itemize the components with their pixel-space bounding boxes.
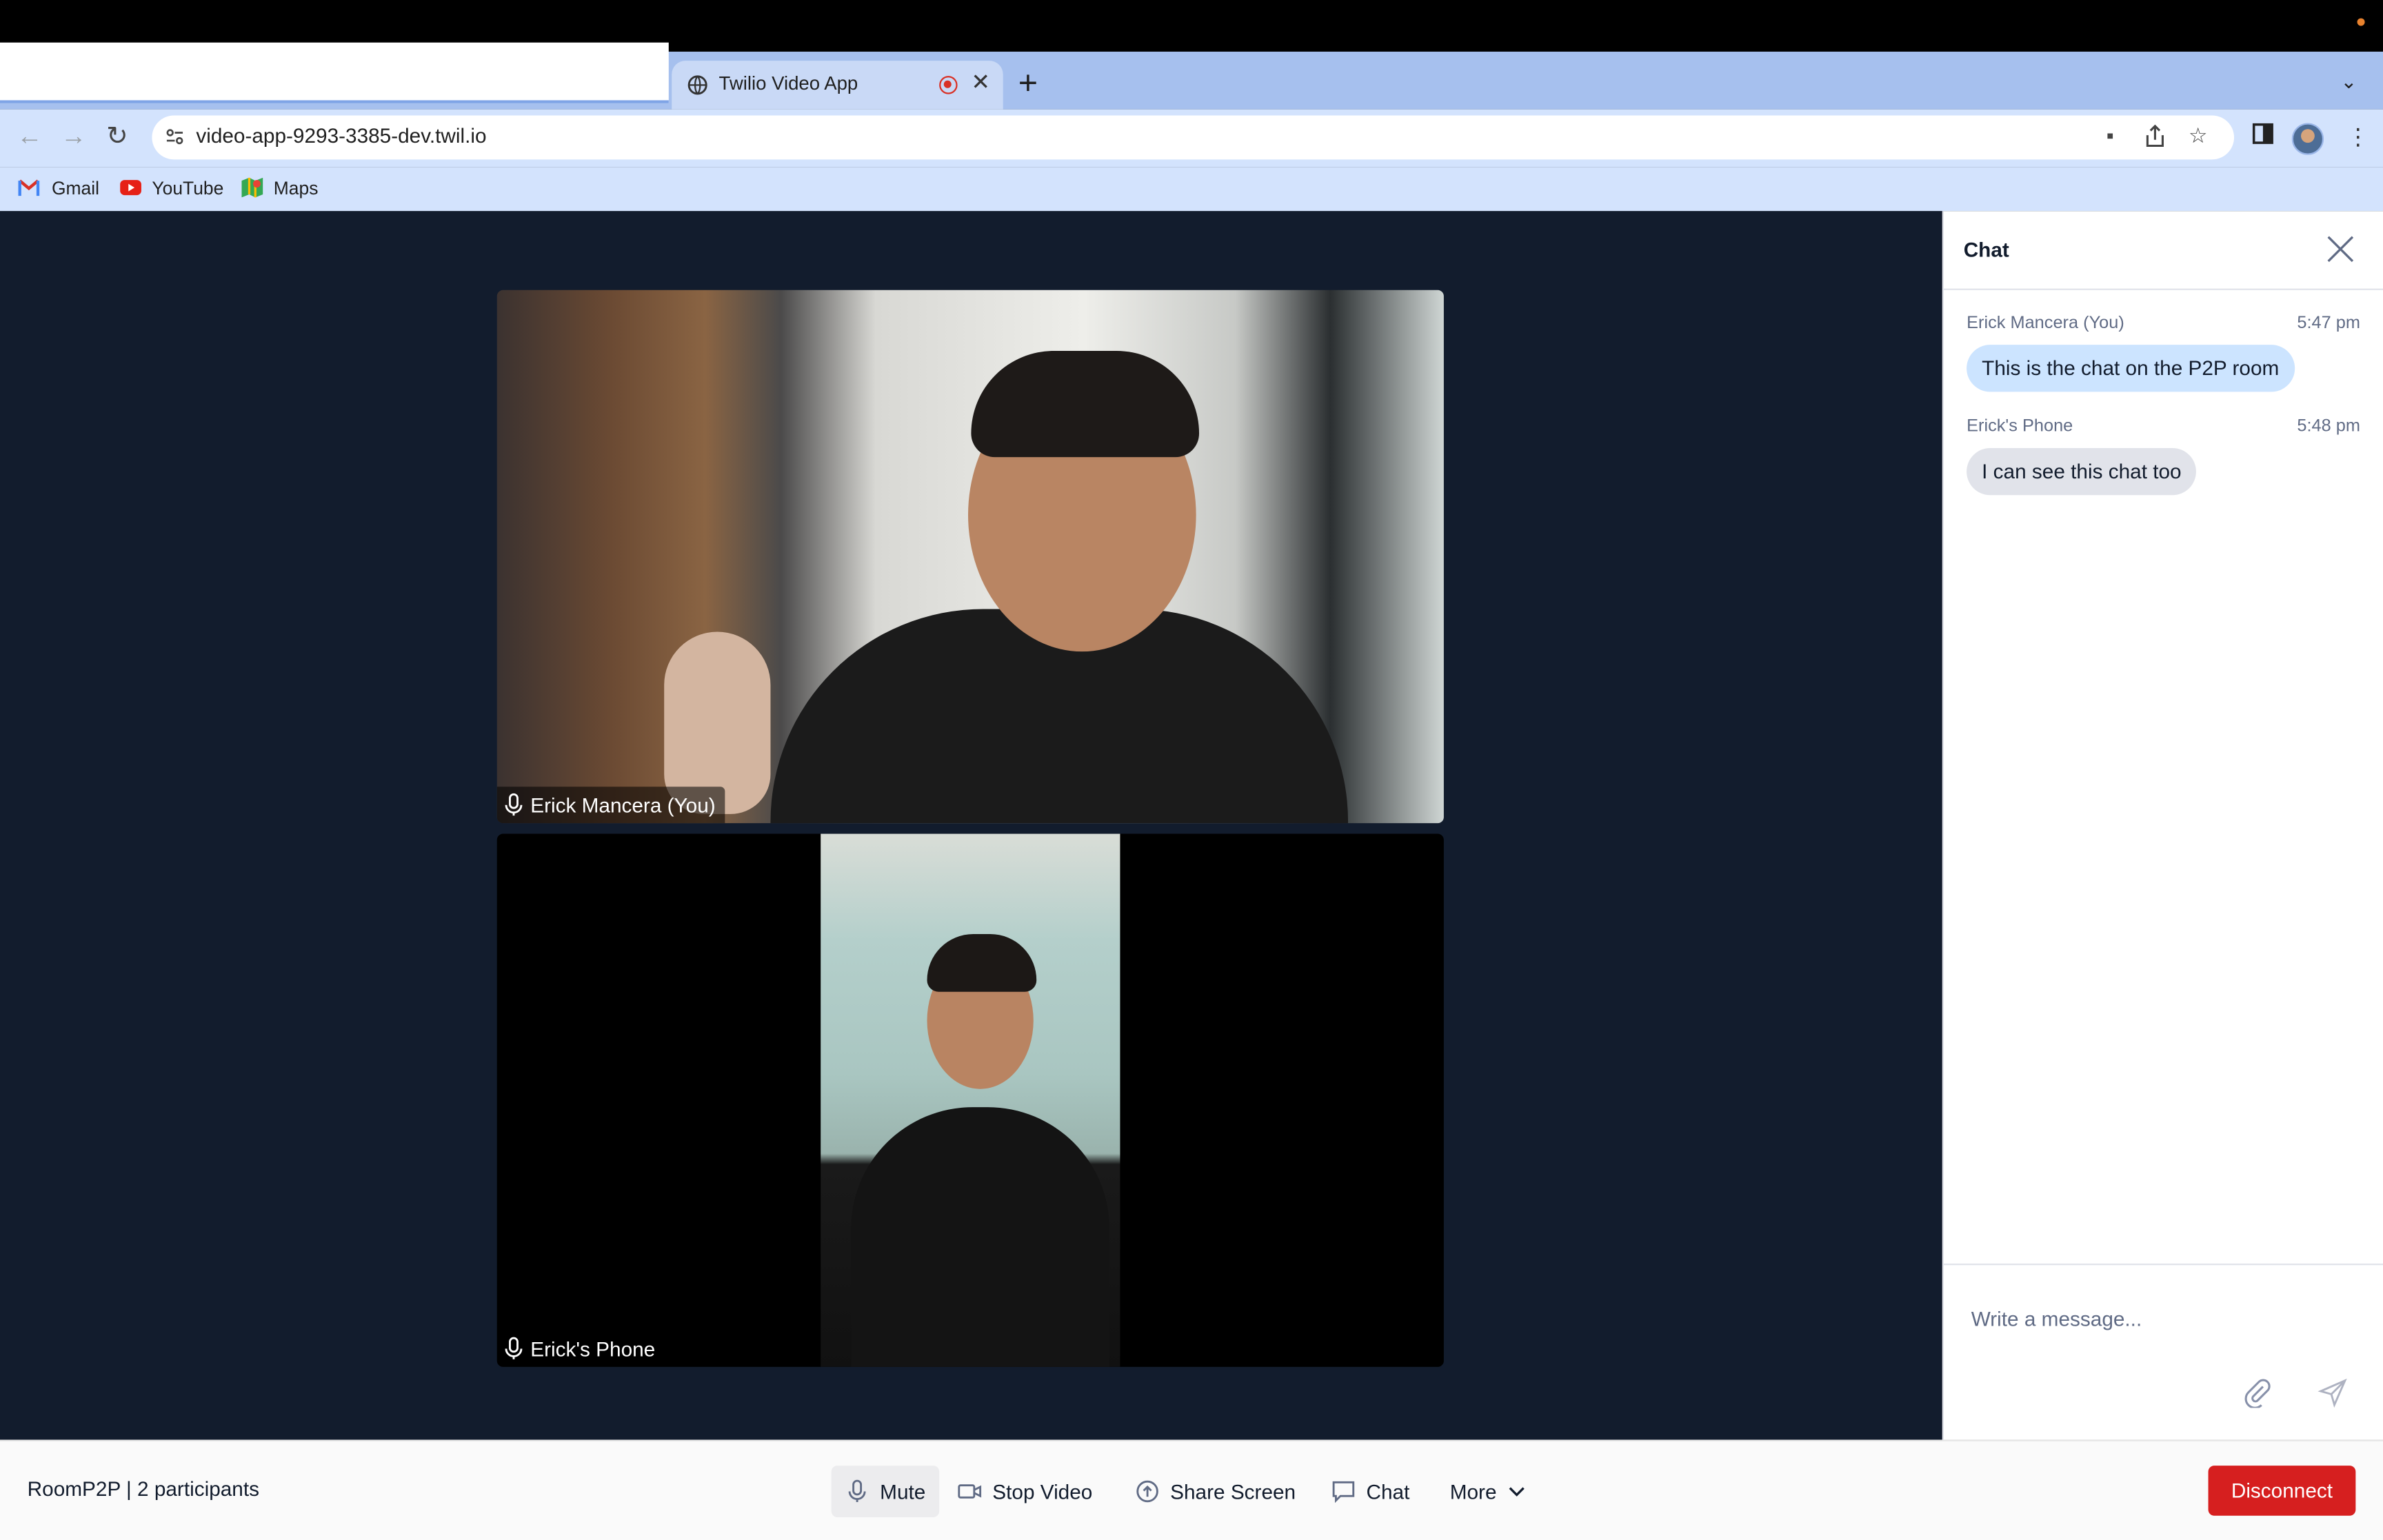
chat-panel: Chat Erick Mancera (You) 5:47 pm This is… bbox=[1942, 211, 2383, 1440]
site-settings-icon[interactable] bbox=[164, 126, 185, 148]
chat-composer bbox=[1944, 1264, 2383, 1440]
status-dot bbox=[2357, 18, 2365, 26]
room-info: RoomP2P | 2 participants bbox=[27, 1477, 260, 1501]
tab-search-chevron-icon[interactable]: ⌄ bbox=[2340, 70, 2357, 94]
share-screen-button[interactable]: Share Screen bbox=[1122, 1466, 1309, 1517]
video-feed-figure bbox=[927, 933, 1037, 992]
more-label: More bbox=[1449, 1480, 1497, 1503]
blank-window-region bbox=[0, 42, 669, 103]
video-camera-icon bbox=[958, 1484, 982, 1499]
microphone-icon bbox=[505, 1337, 523, 1359]
forward-icon[interactable]: → bbox=[61, 121, 86, 152]
participant-video-remote[interactable]: Erick's Phone bbox=[496, 833, 1444, 1367]
maps-icon bbox=[241, 177, 263, 198]
screen: Twilio Video App ✕ + ⌄ ← → ↻ video-app-9… bbox=[0, 0, 2383, 1540]
call-controls-bar: RoomP2P | 2 participants Mute Stop Video… bbox=[0, 1439, 2383, 1540]
bookmark-youtube[interactable]: YouTube bbox=[152, 178, 223, 199]
microphone-icon bbox=[848, 1479, 866, 1502]
share-screen-label: Share Screen bbox=[1170, 1480, 1296, 1503]
side-panel-icon[interactable] bbox=[2252, 123, 2273, 144]
message-bubble: I can see this chat too bbox=[1967, 447, 2197, 496]
participant-video-local[interactable]: Erick Mancera (You) bbox=[496, 290, 1444, 824]
message-author: Erick's Phone bbox=[1967, 417, 2073, 436]
chat-button[interactable]: Chat bbox=[1318, 1466, 1423, 1517]
paperclip-icon[interactable] bbox=[2242, 1377, 2272, 1408]
chevron-down-icon bbox=[1509, 1487, 1525, 1497]
recording-indicator-icon bbox=[939, 76, 958, 94]
stop-video-button[interactable]: Stop Video bbox=[944, 1466, 1106, 1517]
profile-avatar[interactable] bbox=[2291, 123, 2324, 155]
share-icon[interactable] bbox=[2144, 124, 2166, 149]
microphone-icon bbox=[505, 793, 523, 816]
bookmark-gmail[interactable]: Gmail bbox=[52, 178, 99, 199]
chat-bubble-icon bbox=[1332, 1481, 1355, 1503]
message-bubble: This is the chat on the P2P room bbox=[1967, 345, 2295, 392]
camera-in-use-icon[interactable]: ▪ bbox=[2107, 123, 2114, 147]
message-author: Erick Mancera (You) bbox=[1967, 314, 2124, 333]
chat-header: Chat bbox=[1944, 211, 2383, 290]
more-button[interactable]: More bbox=[1436, 1466, 1539, 1517]
participant-label: Erick's Phone bbox=[497, 1330, 665, 1367]
mute-button[interactable]: Mute bbox=[831, 1466, 940, 1517]
back-icon[interactable]: ← bbox=[17, 121, 42, 152]
chat-label: Chat bbox=[1366, 1480, 1410, 1503]
disconnect-button[interactable]: Disconnect bbox=[2208, 1466, 2356, 1516]
video-feed-figure bbox=[971, 350, 1200, 458]
bookmark-star-icon[interactable]: ☆ bbox=[2189, 123, 2208, 148]
participant-label: Erick Mancera (You) bbox=[496, 787, 725, 824]
browser-menu-icon[interactable]: ⋮ bbox=[2346, 123, 2369, 150]
close-tab-icon[interactable]: ✕ bbox=[971, 68, 990, 95]
bookmarks-bar: Gmail YouTube Maps bbox=[0, 167, 2383, 212]
globe-icon bbox=[687, 75, 707, 95]
remote-video-feed bbox=[821, 833, 1120, 1367]
chat-message-input[interactable] bbox=[1968, 1286, 2349, 1350]
share-screen-icon bbox=[1136, 1480, 1158, 1503]
address-bar[interactable]: video-app-9293-3385-dev.twil.io ▪ ☆ bbox=[152, 115, 2235, 160]
mute-label: Mute bbox=[880, 1480, 926, 1503]
browser-tab[interactable]: Twilio Video App ✕ bbox=[672, 61, 1003, 110]
participant-name: Erick Mancera (You) bbox=[530, 793, 716, 817]
message-time: 5:47 pm bbox=[2297, 314, 2360, 333]
stop-video-label: Stop Video bbox=[992, 1480, 1093, 1503]
send-icon[interactable] bbox=[2317, 1377, 2348, 1408]
chat-title: Chat bbox=[1963, 238, 2009, 261]
close-icon[interactable] bbox=[2325, 234, 2355, 264]
youtube-icon bbox=[120, 180, 141, 196]
message-time: 5:48 pm bbox=[2297, 417, 2360, 436]
new-tab-icon[interactable]: + bbox=[1018, 66, 1038, 100]
participant-name: Erick's Phone bbox=[530, 1337, 656, 1360]
bookmark-maps[interactable]: Maps bbox=[274, 178, 319, 199]
tab-title: Twilio Video App bbox=[718, 72, 858, 94]
reload-icon[interactable]: ↻ bbox=[106, 121, 128, 152]
video-feed-figure bbox=[851, 1107, 1109, 1367]
gmail-icon bbox=[18, 179, 40, 196]
url-text: video-app-9293-3385-dev.twil.io bbox=[196, 124, 487, 148]
